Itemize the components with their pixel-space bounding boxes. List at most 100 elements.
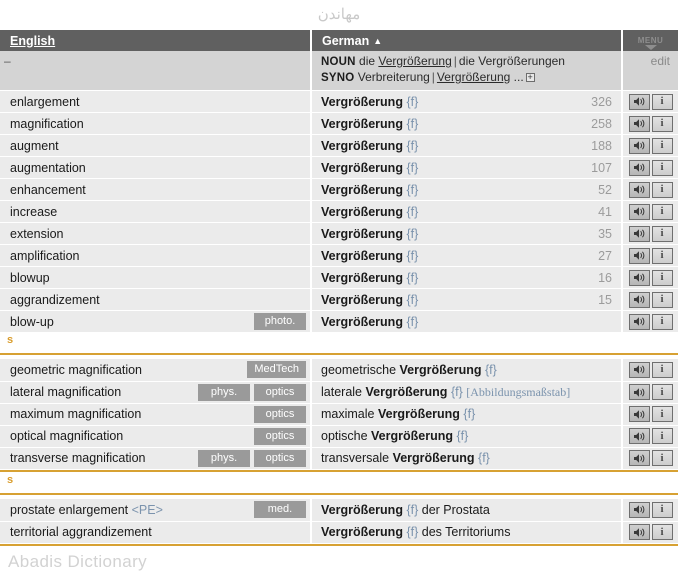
details-button[interactable]: i [651, 93, 673, 110]
german-cell[interactable]: Vergrößerung {f} 15 [310, 288, 622, 311]
details-button[interactable]: i [651, 406, 673, 422]
subject-tag[interactable]: optics [254, 383, 306, 401]
german-term[interactable]: Vergrößerung {f} [321, 95, 418, 109]
table-row[interactable]: aggrandizement Vergrößerung {f} 15 i [0, 288, 678, 311]
pronounce-button[interactable] [628, 93, 650, 110]
subject-tag[interactable]: med. [254, 501, 306, 519]
german-cell[interactable]: geometrische Vergrößerung {f} [310, 359, 622, 382]
edit-cell[interactable]: edit [621, 51, 678, 91]
pronounce-button[interactable] [628, 269, 650, 286]
english-cell[interactable]: amplification [0, 244, 311, 267]
subject-tag[interactable]: phys. [198, 383, 250, 401]
german-term[interactable]: Vergrößerung {f} [321, 117, 418, 131]
pronounce-button[interactable] [628, 247, 650, 264]
noun-singular-link[interactable]: Vergrößerung [378, 54, 451, 68]
german-term[interactable]: maximale Vergrößerung {f} [321, 407, 475, 421]
english-sort-link[interactable]: English [10, 34, 55, 48]
details-button[interactable]: i [651, 247, 673, 264]
expand-synonyms-icon[interactable]: + [525, 73, 535, 82]
pronounce-button[interactable] [628, 225, 650, 242]
details-button[interactable]: i [651, 524, 673, 540]
english-cell[interactable]: magnification [0, 112, 311, 135]
table-row[interactable]: lateral magnification phys. optics laterale… [0, 381, 678, 404]
english-cell[interactable]: augment [0, 134, 311, 157]
pronounce-button[interactable] [628, 159, 650, 176]
english-term[interactable]: amplification [10, 249, 79, 263]
english-cell[interactable]: increase [0, 200, 311, 223]
german-cell[interactable]: maximale Vergrößerung {f} [310, 403, 622, 426]
table-row[interactable]: increase Vergrößerung {f} 41 i [0, 200, 678, 223]
english-cell[interactable]: blow-up photo. [0, 310, 311, 333]
german-term[interactable]: Vergrößerung {f} [321, 183, 418, 197]
english-term[interactable]: magnification [10, 117, 84, 131]
table-row[interactable]: magnification Vergrößerung {f} 258 i [0, 112, 678, 135]
pronounce-button[interactable] [628, 361, 650, 378]
english-cell[interactable]: transverse magnification phys. optics [0, 447, 311, 470]
english-term[interactable]: optical magnification [10, 429, 123, 443]
german-cell[interactable]: transversale Vergrößerung {f} [310, 447, 622, 470]
english-term[interactable]: augment [10, 139, 59, 153]
german-cell[interactable]: optische Vergrößerung {f} [310, 425, 622, 448]
table-row[interactable]: territorial aggrandizement Vergrößerung {… [0, 521, 678, 544]
german-cell[interactable]: Vergrößerung {f} der Prostata [310, 499, 622, 522]
english-term[interactable]: enlargement [10, 95, 80, 109]
details-button[interactable]: i [651, 181, 673, 198]
column-header-german[interactable]: German ▲ [311, 30, 623, 51]
english-term[interactable]: augmentation [10, 161, 86, 175]
table-row[interactable]: maximum magnification optics maximale Verg… [0, 403, 678, 426]
details-button[interactable]: i [651, 225, 673, 242]
english-cell[interactable]: territorial aggrandizement [0, 521, 311, 544]
details-button[interactable]: i [651, 361, 673, 378]
english-cell[interactable]: blowup [0, 266, 311, 289]
german-cell[interactable]: Vergrößerung {f} 16 [310, 266, 622, 289]
details-button[interactable]: i [651, 137, 673, 154]
german-term[interactable]: geometrische Vergrößerung {f} [321, 363, 497, 377]
details-button[interactable]: i [651, 501, 673, 518]
german-term[interactable]: optische Vergrößerung {f} [321, 429, 468, 443]
german-cell[interactable]: laterale Vergrößerung {f} [Abbildungsmaß… [310, 381, 622, 404]
english-cell[interactable]: optical magnification optics [0, 425, 311, 448]
english-term[interactable]: enhancement [10, 183, 86, 197]
sort-ascending-icon[interactable]: ▲ [373, 36, 382, 46]
details-button[interactable]: i [651, 159, 673, 176]
pronounce-button[interactable] [628, 384, 650, 400]
german-term[interactable]: Vergrößerung {f} [321, 271, 418, 285]
german-cell[interactable]: Vergrößerung {f} 27 [310, 244, 622, 267]
pronounce-button[interactable] [628, 524, 650, 540]
pronounce-button[interactable] [628, 181, 650, 198]
german-term[interactable]: Vergrößerung {f} [321, 205, 418, 219]
english-term[interactable]: blowup [10, 271, 50, 285]
german-cell[interactable]: Vergrößerung {f} des Territoriums [310, 521, 622, 544]
english-cell[interactable]: lateral magnification phys. optics [0, 381, 311, 404]
pronounce-button[interactable] [628, 313, 650, 330]
german-cell[interactable]: Vergrößerung {f} 188 [310, 134, 622, 157]
pronounce-button[interactable] [628, 501, 650, 518]
table-row[interactable]: blow-up photo. Vergrößerung {f} i [0, 310, 678, 333]
german-cell[interactable]: Vergrößerung {f} 41 [310, 200, 622, 223]
german-term[interactable]: Vergrößerung {f} [321, 315, 418, 329]
english-term[interactable]: geometric magnification [10, 363, 142, 377]
english-cell[interactable]: enhancement [0, 178, 311, 201]
details-button[interactable]: i [651, 291, 673, 308]
german-cell[interactable]: Vergrößerung {f} [310, 310, 622, 333]
chevron-down-icon[interactable] [644, 44, 657, 50]
pronounce-button[interactable] [628, 428, 650, 444]
column-header-english[interactable]: English [0, 30, 312, 51]
english-term[interactable]: lateral magnification [10, 385, 121, 399]
german-cell[interactable]: Vergrößerung {f} 326 [310, 90, 622, 113]
details-button[interactable]: i [651, 384, 673, 400]
menu-label[interactable]: MENU [638, 36, 664, 45]
english-cell[interactable]: aggrandizement [0, 288, 311, 311]
pronounce-button[interactable] [628, 450, 650, 466]
table-row[interactable]: optical magnification optics optische Verg… [0, 425, 678, 448]
english-term[interactable]: blow-up [10, 315, 54, 329]
german-cell[interactable]: Vergrößerung {f} 52 [310, 178, 622, 201]
english-term[interactable]: aggrandizement [10, 293, 100, 307]
subject-tag[interactable]: phys. [198, 449, 250, 467]
details-button[interactable]: i [651, 313, 673, 330]
pronounce-button[interactable] [628, 291, 650, 308]
table-row[interactable]: blowup Vergrößerung {f} 16 i [0, 266, 678, 289]
english-term[interactable]: maximum magnification [10, 407, 141, 421]
english-term[interactable]: extension [10, 227, 64, 241]
english-cell[interactable]: prostate enlargement <PE> med. [0, 499, 311, 522]
